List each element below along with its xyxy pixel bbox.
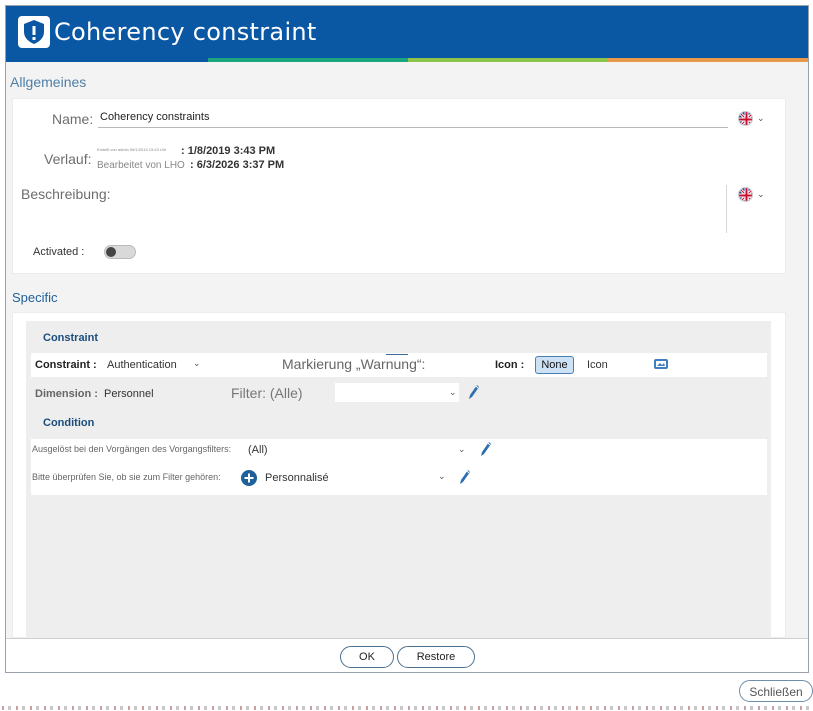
specific-panel: Constraint Constraint : Authentication ⌄…: [26, 321, 771, 639]
ok-button[interactable]: OK: [340, 646, 394, 668]
constraint-chevron-icon[interactable]: ⌄: [193, 358, 201, 369]
constraint-select[interactable]: Authentication: [107, 359, 177, 371]
triggered-row: Ausgelöst bei den Vorgängen des Vorgangs…: [31, 439, 767, 461]
icon-picker-icon[interactable]: [653, 357, 669, 376]
activated-label: Activated :: [33, 246, 85, 258]
check-edit-pencil-icon[interactable]: [459, 469, 471, 490]
activated-toggle[interactable]: [104, 245, 136, 259]
triggered-select[interactable]: (All): [248, 444, 268, 456]
name-field[interactable]: Coherency constraints: [98, 108, 728, 128]
uk-flag-icon[interactable]: [738, 187, 753, 202]
icon-label: Icon :: [495, 359, 525, 371]
specific-card: Constraint Constraint : Authentication ⌄…: [12, 312, 786, 639]
triggered-edit-pencil-icon[interactable]: [480, 441, 492, 462]
constraint-heading: Constraint: [43, 332, 98, 344]
check-select[interactable]: Personnalisé: [265, 472, 329, 484]
dimension-label: Dimension :: [35, 388, 98, 400]
history-created-by: Erstellt von admin 06/1/2019 15:43 Uhr: [97, 147, 167, 152]
warning-underline: [386, 354, 408, 355]
filter-label: Filter: (Alle): [231, 385, 303, 401]
history-created-date: : 1/8/2019 3:43 PM: [181, 145, 276, 157]
history-edited-by: Bearbeitet von LHO: [97, 160, 185, 171]
title-stripes: [6, 58, 808, 62]
dialog-window: Coherency constraint Allgemeines Name: C…: [5, 5, 809, 673]
section-specific-title: Specific: [12, 290, 58, 305]
check-row: Bitte überprüfen Sie, ob sie zum Filter …: [31, 461, 767, 495]
icon-option[interactable]: Icon: [587, 359, 608, 371]
bottom-pattern: [0, 705, 813, 711]
dimension-value[interactable]: Personnel: [104, 388, 154, 400]
history-edited-date: : 6/3/2026 3:37 PM: [190, 159, 285, 171]
constraint-label: Constraint :: [35, 359, 97, 371]
general-card: Name: Coherency constraints ⌄ Verlauf: E…: [12, 98, 786, 274]
constraint-row: Constraint : Authentication ⌄ Markierung…: [31, 353, 767, 377]
description-language-chevron-icon[interactable]: ⌄: [757, 189, 765, 200]
add-plus-icon[interactable]: [241, 470, 257, 486]
condition-heading: Condition: [43, 417, 95, 429]
restore-button[interactable]: Restore: [397, 646, 475, 668]
filter-edit-pencil-icon[interactable]: [468, 384, 480, 405]
close-button[interactable]: Schließen: [739, 680, 813, 702]
triggered-chevron-icon[interactable]: ⌄: [458, 444, 466, 455]
triggered-label: Ausgelöst bei den Vorgängen des Vorgangs…: [32, 444, 232, 454]
history-label: Verlauf:: [44, 151, 92, 167]
section-general-title: Allgemeines: [10, 74, 87, 90]
title-bar: Coherency constraint: [6, 6, 808, 58]
toggle-knob: [106, 247, 116, 257]
description-field[interactable]: [97, 185, 727, 233]
shield-alert-icon: [18, 16, 50, 48]
window-title: Coherency constraint: [54, 18, 317, 46]
warning-label: Markierung „Warnung“:: [282, 356, 426, 372]
filter-chevron-icon[interactable]: ⌄: [449, 387, 457, 398]
check-label: Bitte überprüfen Sie, ob sie zum Filter …: [32, 472, 221, 482]
icon-none-button[interactable]: None: [535, 356, 574, 374]
dialog-footer: OK Restore: [6, 638, 808, 672]
name-label: Name:: [52, 111, 94, 127]
filter-select[interactable]: [335, 383, 459, 402]
check-chevron-icon[interactable]: ⌄: [438, 471, 446, 482]
uk-flag-icon[interactable]: [738, 111, 753, 126]
name-language-chevron-icon[interactable]: ⌄: [757, 113, 765, 124]
